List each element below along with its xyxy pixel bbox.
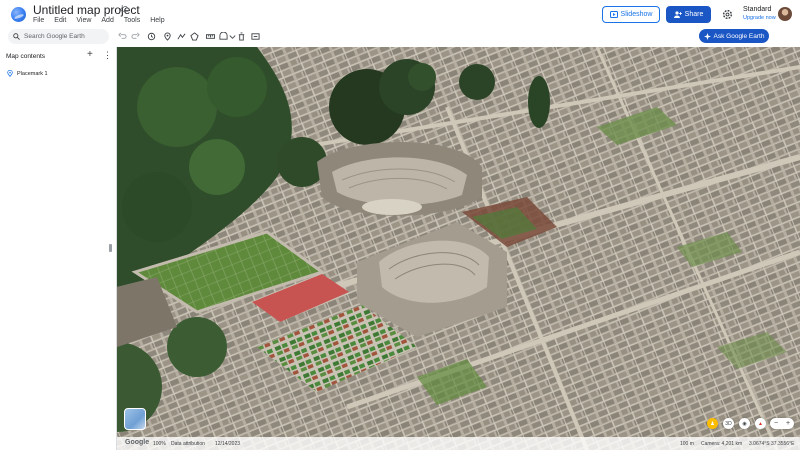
menu-view[interactable]: View <box>76 17 91 24</box>
measure-icon[interactable] <box>206 32 215 41</box>
more-options-icon[interactable]: ⋮ <box>103 50 112 61</box>
history-icon[interactable] <box>147 32 156 41</box>
map-view[interactable] <box>117 47 800 450</box>
cursor-coordinates: 3.0674°S 37.3556°E <box>749 441 795 447</box>
zoom-out-button[interactable]: − <box>774 420 778 427</box>
my-location-icon[interactable]: ◉ <box>739 418 750 429</box>
placemark-label: Placemark 1 <box>17 70 48 77</box>
menu-help[interactable]: Help <box>150 17 164 24</box>
polygon-icon[interactable] <box>190 32 199 41</box>
search-icon <box>13 33 20 40</box>
sparkle-icon <box>703 32 711 40</box>
menu-tools[interactable]: Tools <box>124 17 140 24</box>
menu-file[interactable]: File <box>33 17 44 24</box>
camera-altitude: Camera: 4,201 km <box>701 441 743 447</box>
upgrade-link[interactable]: Upgrade now <box>743 14 776 22</box>
placemark-icon <box>7 70 13 77</box>
camera-icon[interactable] <box>219 32 228 41</box>
google-wordmark: Google <box>125 439 150 446</box>
slideshow-icon <box>609 11 618 18</box>
slideshow-button[interactable]: Slideshow <box>602 6 660 23</box>
add-item-icon[interactable]: + <box>87 49 93 60</box>
share-label: Share <box>684 11 704 18</box>
ask-google-earth-button[interactable]: Ask Google Earth <box>699 29 769 43</box>
compass-icon[interactable]: ▲ <box>755 418 766 429</box>
share-button[interactable]: Share <box>666 6 711 23</box>
add-person-icon <box>673 11 682 18</box>
toolbar: Search Google Earth Ask Google Earth <box>0 28 800 47</box>
panel-resize-handle[interactable] <box>109 244 112 252</box>
app-header: Untitled map project File Edit View Add … <box>0 0 800 28</box>
menu-edit[interactable]: Edit <box>54 17 66 24</box>
delete-icon[interactable] <box>237 32 246 41</box>
imagery-date: 12/14/2023 <box>215 441 241 447</box>
ask-label: Ask Google Earth <box>713 32 765 40</box>
redo-icon[interactable] <box>131 32 140 41</box>
menu-bar: File Edit View Add Tools Help <box>33 17 175 24</box>
pegman-icon[interactable]: ♟ <box>707 418 718 429</box>
status-bar: Google 100% Data attribution 12/14/2023 … <box>117 437 800 450</box>
panel-title: Map contents <box>6 53 46 60</box>
plan-info[interactable]: Standard Upgrade now <box>743 6 776 22</box>
large-theatre <box>317 142 482 216</box>
user-avatar[interactable] <box>778 7 792 21</box>
aerial-3d-imagery <box>117 47 800 450</box>
map-contents-panel: Map contents + ⋮ Placemark 1 <box>0 47 117 450</box>
search-box[interactable]: Search Google Earth <box>8 29 109 44</box>
menu-add[interactable]: Add <box>101 17 113 24</box>
zoom-in-button[interactable]: + <box>786 420 790 427</box>
zoom-percent: 100% <box>153 441 166 447</box>
slideshow-label: Slideshow <box>620 11 653 18</box>
undo-icon[interactable] <box>118 32 127 41</box>
search-input[interactable]: Search Google Earth <box>24 33 85 40</box>
path-icon[interactable] <box>177 32 186 41</box>
google-earth-logo[interactable] <box>11 7 26 22</box>
list-item-placemark[interactable]: Placemark 1 <box>7 70 48 77</box>
plan-name: Standard <box>743 6 772 13</box>
settings-gear-icon[interactable] <box>722 9 733 20</box>
import-icon[interactable] <box>251 32 260 41</box>
data-attribution-link[interactable]: Data attribution <box>171 441 205 447</box>
dropdown-chevron-icon[interactable] <box>228 32 237 41</box>
tilt-3d-button[interactable]: 3D <box>723 418 734 429</box>
placemark-icon[interactable] <box>163 32 172 41</box>
scale-bar: 100 m <box>680 441 694 447</box>
layer-switcher-thumbnail[interactable] <box>124 408 146 430</box>
cloud-saved-icon <box>120 6 129 12</box>
zoom-control: − + <box>770 418 794 429</box>
